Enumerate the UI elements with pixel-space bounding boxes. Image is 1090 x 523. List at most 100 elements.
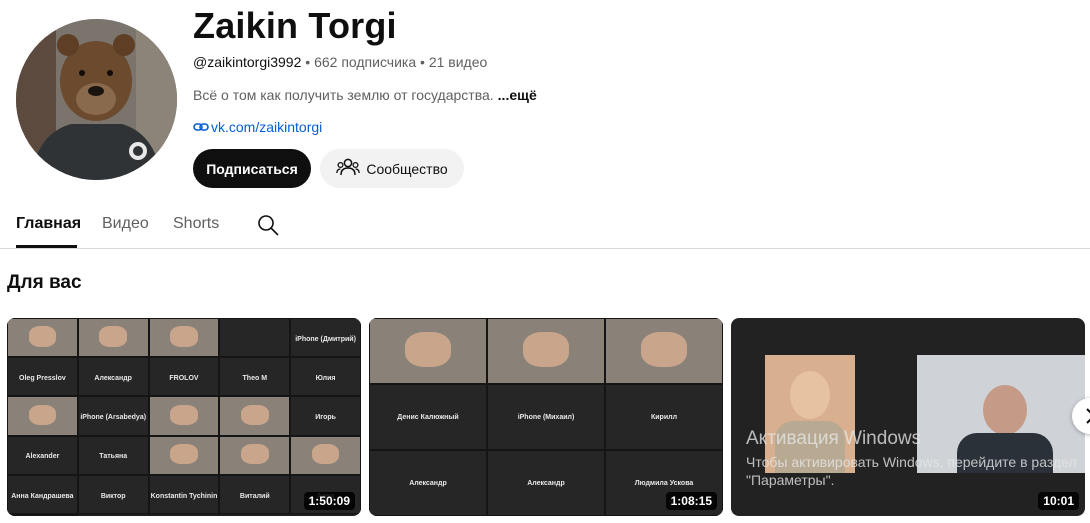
- subscriber-count: 662 подписчика: [314, 54, 417, 70]
- participant-tile: iPhone (Arsabedya): [77, 396, 149, 436]
- community-button[interactable]: Сообщество: [320, 149, 464, 188]
- participant-tile: [369, 318, 487, 384]
- participant-name: Анна Кандрашева: [11, 492, 74, 500]
- participant-tile: [219, 318, 291, 358]
- participant-tile: [290, 435, 361, 475]
- participant-video: [99, 326, 127, 347]
- video-count: 21 видео: [428, 54, 488, 70]
- participant-name: iPhone (Михаил): [517, 413, 575, 421]
- participant-video: [170, 444, 198, 465]
- participant-tile: Theo M: [219, 357, 291, 397]
- participant-tile: [77, 318, 149, 358]
- video-duration: 1:08:15: [665, 492, 717, 510]
- tab-home[interactable]: Главная: [16, 214, 81, 234]
- participant-name: Денис Калюжный: [397, 413, 459, 421]
- channel-link[interactable]: vk.com/zaikintorgi: [193, 118, 322, 136]
- participant-tile: [605, 318, 723, 384]
- participant-tile: Юлия: [290, 357, 361, 397]
- participant-tile: [219, 435, 291, 475]
- more-link[interactable]: ...ещё: [498, 87, 537, 103]
- participant-name: FROLOV: [169, 374, 199, 382]
- participant-video: [404, 331, 452, 367]
- participant-tile: Игорь: [290, 396, 361, 436]
- participant-tile: Александр: [77, 357, 149, 397]
- channel-name: Zaikin Torgi: [193, 5, 397, 46]
- chevron-right-icon: [1086, 408, 1090, 424]
- participant-name: Alexander: [25, 453, 60, 461]
- participant-video: [28, 404, 57, 426]
- participant-tile: FROLOV: [148, 357, 220, 397]
- channel-avatar[interactable]: [16, 19, 177, 180]
- participant-name: Людмила Ускова: [634, 479, 694, 487]
- meta-separator: •: [301, 54, 315, 70]
- next-arrow-button[interactable]: [1072, 398, 1090, 434]
- participant-tile: [219, 396, 291, 436]
- description-text: Всё о том как получить землю от государс…: [193, 87, 494, 103]
- section-title: Для вас: [7, 272, 82, 293]
- video-duration: 10:01: [1038, 492, 1079, 510]
- channel-tabs: Главная Видео Shorts: [0, 200, 1090, 249]
- participant-video: [170, 404, 198, 426]
- link-text: vk.com/zaikintorgi: [211, 119, 323, 135]
- participant-name: iPhone (Дмитрий): [295, 335, 356, 343]
- participant-name: Виктор: [100, 492, 126, 500]
- community-label: Сообщество: [366, 160, 448, 177]
- participant-tile: Денис Калюжный: [369, 384, 487, 450]
- activation-line-2: "Параметры".: [746, 472, 835, 488]
- participant-tile: [148, 435, 220, 475]
- participant-name: Виталий: [239, 492, 270, 500]
- tab-videos[interactable]: Видео: [102, 214, 149, 234]
- video-thumbnail: Денис Калюжный iPhone (Михаил) Кирилл Алекс…: [369, 318, 723, 516]
- participant-tile: Александр: [487, 450, 605, 516]
- participant-name: Александр: [527, 479, 565, 487]
- participant-name: Кирилл: [650, 413, 678, 421]
- participant-video: [241, 404, 269, 426]
- participant-tile: Виктор: [77, 474, 149, 514]
- participant-tile: Alexander: [7, 435, 78, 475]
- link-icon: [193, 118, 209, 136]
- participant-tile: iPhone (Михаил): [487, 384, 605, 450]
- tab-shorts[interactable]: Shorts: [173, 214, 219, 234]
- participant-video: [640, 331, 688, 367]
- active-tab-indicator: [16, 245, 77, 248]
- participant-tile: Анна Кандрашева: [7, 474, 78, 514]
- channel-handle: @zaikintorgi3992: [193, 54, 302, 70]
- participant-tile: Александр: [369, 450, 487, 516]
- community-icon: [336, 157, 361, 180]
- participant-name: Александр: [409, 479, 447, 487]
- participant-name: Татьяна: [99, 453, 128, 461]
- search-icon[interactable]: [256, 213, 280, 242]
- participant-tile: Кирилл: [605, 384, 723, 450]
- activation-line-1: Чтобы активировать Windows, перейдите в …: [746, 454, 1077, 470]
- participant-tile: Татьяна: [77, 435, 149, 475]
- channel-meta: @zaikintorgi3992 • 662 подписчика • 21 в…: [193, 53, 487, 71]
- participant-video: [241, 444, 269, 465]
- participant-tile: [7, 318, 78, 358]
- windows-activation-title: Активация Windows: [746, 428, 922, 449]
- participant-tile: [148, 318, 220, 358]
- participant-tile: iPhone (Дмитрий): [290, 318, 361, 358]
- participant-video: [522, 331, 570, 367]
- participant-name: Юлия: [315, 374, 336, 382]
- video-card-1[interactable]: iPhone (Дмитрий) Oleg Presslov Александр FR…: [7, 318, 361, 516]
- participant-name: Konstantin Tychinin: [150, 492, 218, 500]
- participant-tile: Konstantin Tychinin: [148, 474, 220, 514]
- participant-name: Игорь: [315, 414, 336, 422]
- subscribe-button[interactable]: Подписаться: [193, 149, 311, 188]
- participant-video: [170, 326, 198, 347]
- windows-activation-text: Чтобы активировать Windows, перейдите в …: [746, 453, 1090, 489]
- participant-tile: Виталий: [219, 474, 291, 514]
- participant-tile: Oleg Presslov: [7, 357, 78, 397]
- video-duration: 1:50:09: [303, 492, 355, 510]
- participant-name: Александр: [94, 374, 132, 382]
- participant-video: [28, 326, 57, 347]
- participant-tile: [148, 396, 220, 436]
- participant-tile: [7, 514, 78, 516]
- video-thumbnail: iPhone (Дмитрий) Oleg Presslov Александр FR…: [7, 318, 361, 516]
- participant-tile: [7, 396, 78, 436]
- channel-description[interactable]: Всё о том как получить землю от государс…: [193, 86, 537, 104]
- participant-name: Oleg Presslov: [19, 374, 66, 382]
- participant-video: [311, 444, 340, 465]
- video-card-2[interactable]: Денис Калюжный iPhone (Михаил) Кирилл Алекс…: [369, 318, 723, 516]
- participant-tile: [487, 318, 605, 384]
